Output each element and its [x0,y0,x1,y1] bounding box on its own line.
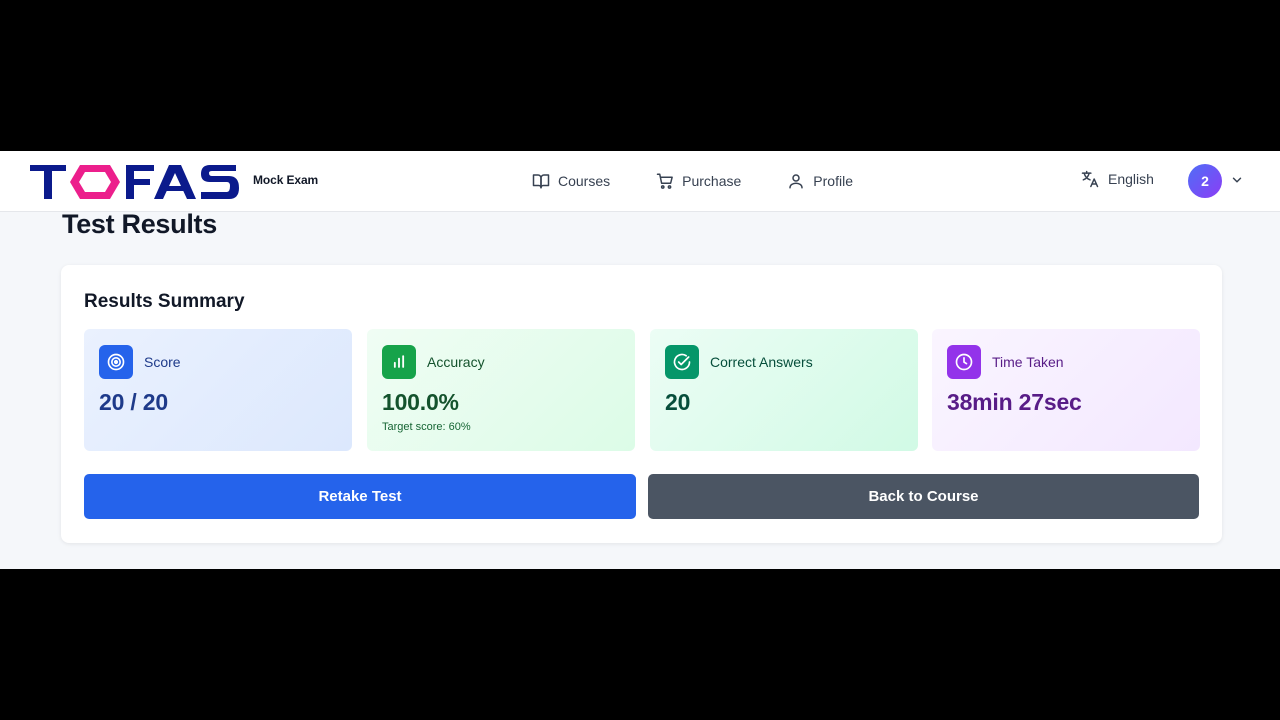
correct-answers-stat-card: Correct Answers 20 [650,329,918,451]
app-viewport: Mock Exam Courses Purchase Profile Engli… [0,151,1280,569]
score-label: Score [144,354,181,370]
accuracy-value: 100.0% [382,389,459,415]
score-value: 20 / 20 [99,389,168,415]
letterbox-top [0,0,1280,151]
time-taken-value: 38min 27sec [947,389,1082,415]
retake-test-button[interactable]: Retake Test [84,474,636,519]
target-score-note: Target score: 60% [382,421,471,433]
time-taken-stat-card: Time Taken 38min 27sec [932,329,1200,451]
top-navbar: Mock Exam Courses Purchase Profile Engli… [0,151,1280,212]
clock-icon [955,353,973,371]
nav-purchase-label: Purchase [682,173,742,189]
brand-tagline: Mock Exam [253,173,319,187]
bar-chart-icon [393,355,405,368]
brand-logo[interactable] [28,157,244,207]
correct-answers-label: Correct Answers [710,354,813,370]
nav-profile[interactable]: Profile [787,169,853,193]
letterbox-bottom [0,569,1280,720]
user-icon [789,174,804,189]
results-summary-title: Results Summary [84,291,245,312]
cart-icon [656,173,674,189]
nav-courses-label: Courses [558,173,611,189]
target-icon [107,353,125,371]
accuracy-icon-box [382,345,416,379]
page-title: Test Results [62,209,217,239]
accuracy-label: Accuracy [427,354,485,370]
time-taken-label: Time Taken [992,354,1064,370]
time-icon-box [947,345,981,379]
main-nav: Courses Purchase Profile [532,169,899,193]
accuracy-stat-card: Accuracy 100.0% Target score: 60% [367,329,635,451]
correct-answers-value: 20 [665,389,691,415]
correct-icon-box [665,345,699,379]
check-circle-icon [673,353,691,371]
avatar[interactable]: 2 [1188,164,1222,198]
score-stat-card: Score 20 / 20 [84,329,352,451]
translate-icon [1081,170,1099,188]
chevron-down-icon[interactable] [1230,173,1244,187]
language-label: English [1108,171,1154,187]
nav-purchase[interactable]: Purchase [656,169,741,193]
score-icon-box [99,345,133,379]
nav-profile-label: Profile [813,173,853,189]
book-open-icon [532,174,550,189]
nav-courses[interactable]: Courses [532,169,610,193]
language-selector[interactable]: English [1080,169,1154,189]
tofas-logo-icon [30,165,239,199]
results-summary-card: Results Summary Score 20 / 20 Accuracy 1… [61,265,1222,543]
back-to-course-button[interactable]: Back to Course [648,474,1199,519]
